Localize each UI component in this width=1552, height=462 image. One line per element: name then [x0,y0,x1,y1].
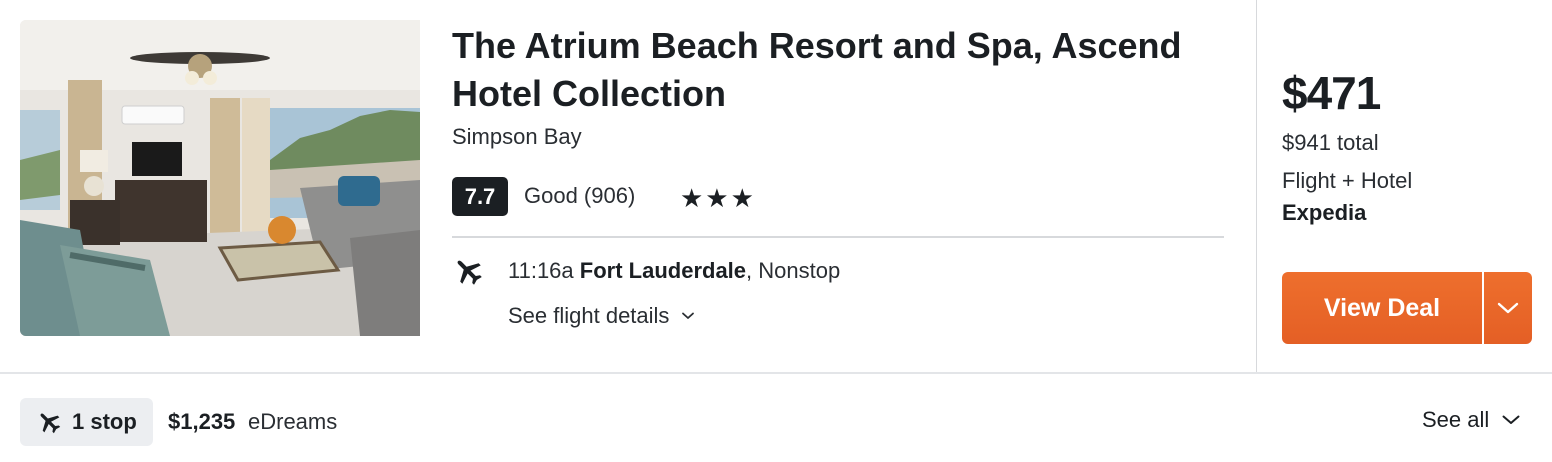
hotel-result-card[interactable]: The Atrium Beach Resort and Spa, Ascend … [0,0,1552,462]
alternative-price[interactable]: $1,235 [168,409,235,435]
hotel-photo[interactable] [20,20,420,336]
view-deal-button[interactable]: View Deal [1282,272,1482,344]
flight-stops: , Nonstop [746,258,841,283]
stops-chip: 1 stop [20,398,153,446]
hotel-name[interactable]: The Atrium Beach Resort and Spa, Ascend … [452,22,1212,118]
see-all-label: See all [1422,407,1490,432]
deal-total: $941 total [1282,130,1379,155]
chevron-down-icon [1497,302,1519,314]
flight-origin: Fort Lauderdale [579,258,747,283]
rating-text[interactable]: Good (906) [524,183,635,209]
deal-price: $471 [1282,67,1381,119]
rating-score-badge: 7.7 [452,177,508,216]
stops-label: 1 stop [72,409,137,434]
section-divider [452,236,1224,238]
deal-package-type: Flight + Hotel [1282,168,1413,193]
plane-icon [457,260,482,285]
star-rating: ★★★ [680,183,756,213]
deal-provider: Expedia [1282,200,1367,225]
view-deal-dropdown-button[interactable] [1484,272,1532,344]
plane-icon [40,413,61,434]
see-flight-details-label: See flight details [508,303,670,328]
alternative-provider[interactable]: eDreams [248,409,337,435]
bottom-divider [0,372,1552,374]
see-flight-details-toggle[interactable]: See flight details [508,303,695,329]
flight-summary: 11:16a Fort Lauderdale, Nonstop [508,258,840,284]
see-all-link[interactable]: See all [1422,407,1521,433]
flight-time: 11:16a [508,258,574,283]
chevron-down-icon [682,312,695,319]
hotel-room-image [20,20,420,336]
column-divider [1256,0,1257,372]
hotel-location: Simpson Bay [452,124,582,149]
chevron-down-icon [1502,415,1520,424]
